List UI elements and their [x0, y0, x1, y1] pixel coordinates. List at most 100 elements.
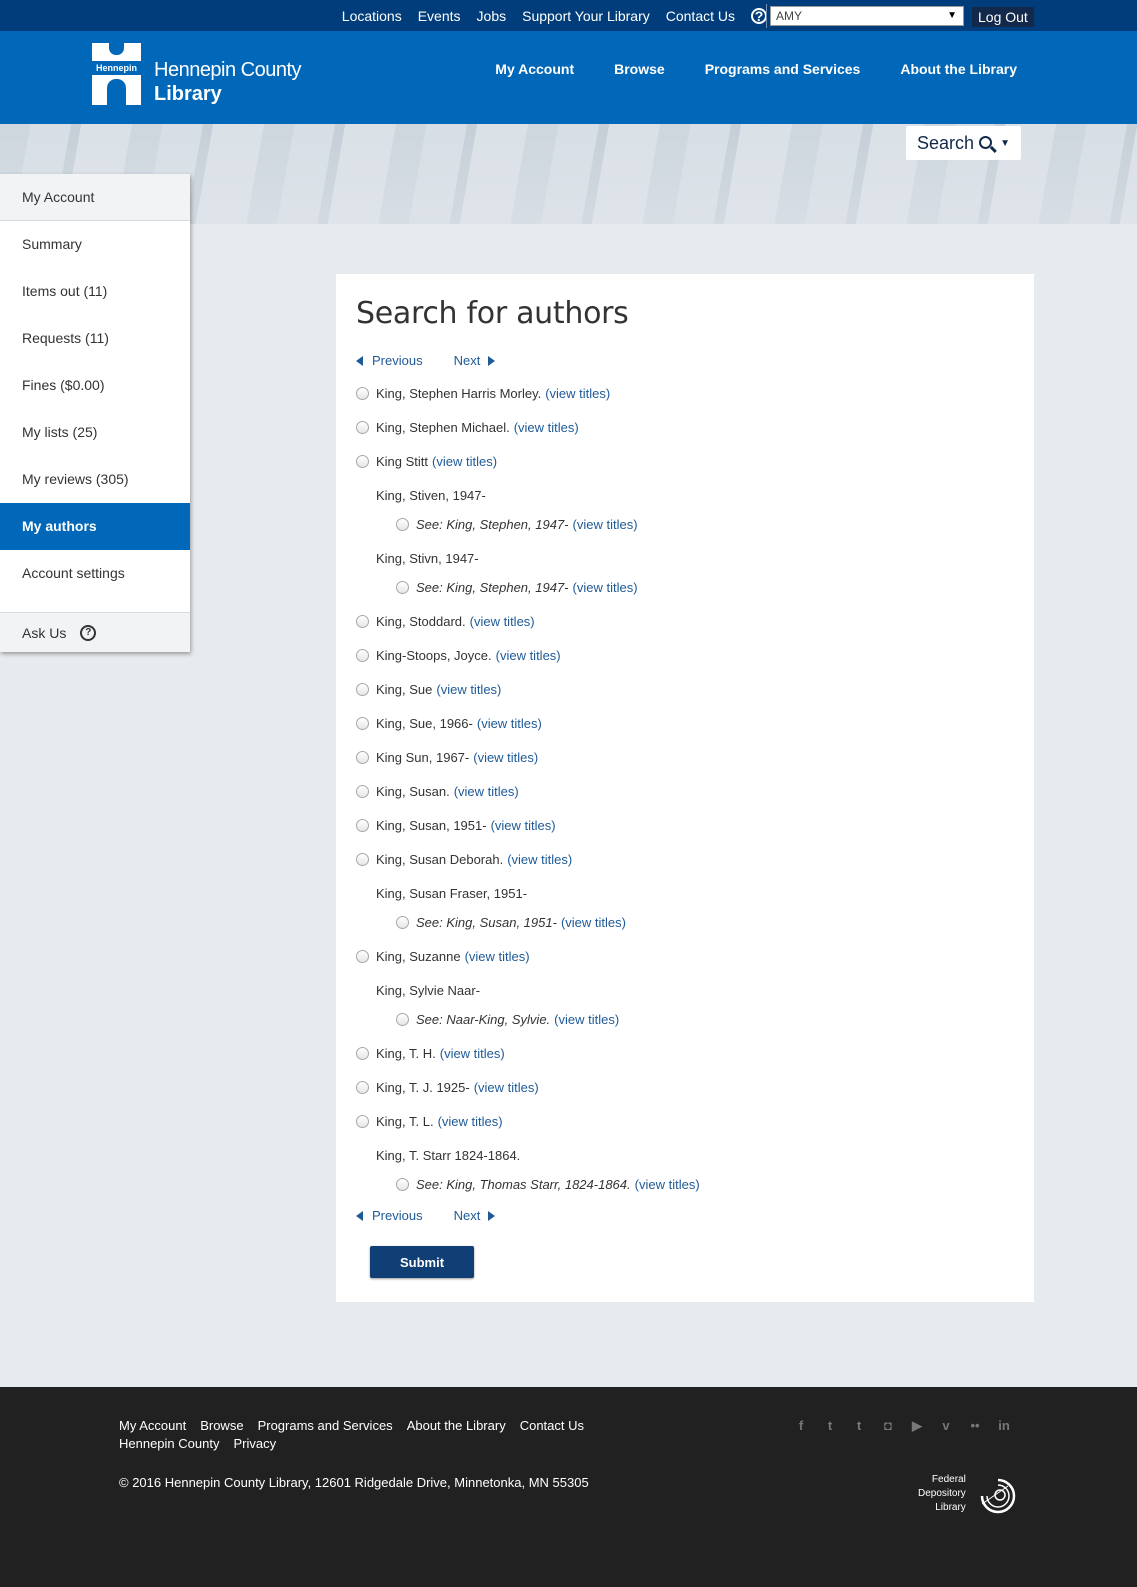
logo-name-line1: Hennepin County	[154, 59, 302, 81]
sidebar-item-fines[interactable]: Fines ($0.00)	[0, 362, 190, 409]
footer-link-privacy[interactable]: Privacy	[233, 1436, 276, 1451]
sidebar-item-summary[interactable]: Summary	[0, 221, 190, 268]
dropdown-caret-icon: ▼	[947, 10, 957, 21]
view-titles-link[interactable]: (view titles)	[491, 818, 556, 833]
author-name: King, Susan, 1951-	[376, 818, 487, 833]
sidebar-heading[interactable]: My Account	[0, 174, 190, 221]
view-titles-link[interactable]: (view titles)	[438, 1114, 503, 1129]
author-name: See: King, Susan, 1951-	[416, 915, 557, 930]
sidebar-item-reviews[interactable]: My reviews (305)	[0, 456, 190, 503]
author-radio[interactable]	[356, 819, 369, 832]
flickr-icon[interactable]: ••	[968, 1419, 982, 1433]
view-titles-link[interactable]: (view titles)	[514, 420, 579, 435]
footer-link-about[interactable]: About the Library	[407, 1418, 506, 1433]
support-link[interactable]: Support Your Library	[522, 8, 650, 24]
author-radio[interactable]	[356, 1081, 369, 1094]
locations-link[interactable]: Locations	[342, 8, 402, 24]
sidebar-item-items-out[interactable]: Items out (11)	[0, 268, 190, 315]
sidebar-ask-us[interactable]: Ask Us ?	[0, 612, 190, 652]
footer-link-my-account[interactable]: My Account	[119, 1418, 186, 1433]
twitter-icon[interactable]: t	[823, 1419, 837, 1433]
view-titles-link[interactable]: (view titles)	[554, 1012, 619, 1027]
author-radio[interactable]	[396, 1178, 409, 1191]
author-radio[interactable]	[356, 387, 369, 400]
author-radio[interactable]	[396, 1013, 409, 1026]
view-titles-link[interactable]: (view titles)	[440, 1046, 505, 1061]
author-radio[interactable]	[356, 853, 369, 866]
author-radio[interactable]	[356, 751, 369, 764]
author-name: See: Naar-King, Sylvie.	[416, 1012, 551, 1027]
author-radio[interactable]	[356, 717, 369, 730]
view-titles-link[interactable]: (view titles)	[436, 682, 501, 697]
author-name: King, Stivn, 1947-	[376, 551, 479, 566]
previous-link[interactable]: Previous	[356, 353, 423, 368]
fdl-line2: Depository	[918, 1488, 966, 1499]
next-link[interactable]: Next	[454, 353, 496, 368]
fdl-line1: Federal	[931, 1474, 966, 1485]
author-radio[interactable]	[356, 421, 369, 434]
footer-link-programs[interactable]: Programs and Services	[258, 1418, 393, 1433]
instagram-icon[interactable]: ◘	[881, 1419, 895, 1433]
nav-my-account[interactable]: My Account	[495, 61, 574, 77]
footer-link-contact[interactable]: Contact Us	[520, 1418, 584, 1433]
submit-button[interactable]: Submit	[370, 1246, 474, 1278]
sidebar-item-authors[interactable]: My authors	[0, 503, 190, 550]
author-radio[interactable]	[356, 649, 369, 662]
nav-browse[interactable]: Browse	[614, 61, 665, 77]
author-radio[interactable]	[356, 455, 369, 468]
contact-us-link[interactable]: Contact Us ?	[666, 7, 767, 24]
sidebar-item-lists[interactable]: My lists (25)	[0, 409, 190, 456]
author-radio[interactable]	[356, 950, 369, 963]
view-titles-link[interactable]: (view titles)	[473, 750, 538, 765]
author-row: King, T. L. (view titles)	[356, 1114, 503, 1129]
youtube-icon[interactable]: ▶	[910, 1419, 924, 1433]
jobs-link[interactable]: Jobs	[477, 8, 507, 24]
author-radio[interactable]	[396, 518, 409, 531]
nav-programs[interactable]: Programs and Services	[705, 61, 861, 77]
author-see-row: See: King, Thomas Starr, 1824-1864. (view…	[396, 1177, 700, 1192]
view-titles-link[interactable]: (view titles)	[545, 386, 610, 401]
next-label: Next	[453, 353, 481, 368]
copyright: © 2016 Hennepin County Library, 12601 Ri…	[119, 1475, 589, 1490]
library-logo[interactable]: Hennepin Hennepin County Library	[92, 43, 302, 109]
view-titles-link[interactable]: (view titles)	[507, 852, 572, 867]
author-radio[interactable]	[356, 1047, 369, 1060]
footer-link-browse[interactable]: Browse	[200, 1418, 243, 1433]
nav-about[interactable]: About the Library	[900, 61, 1017, 77]
view-titles-link[interactable]: (view titles)	[573, 517, 638, 532]
linkedin-icon[interactable]: in	[997, 1419, 1011, 1433]
author-row: King Sun, 1967- (view titles)	[356, 750, 538, 765]
view-titles-link[interactable]: (view titles)	[635, 1177, 700, 1192]
view-titles-link[interactable]: (view titles)	[465, 949, 530, 964]
user-select[interactable]: AMY ▼	[770, 6, 964, 26]
sidebar-item-settings[interactable]: Account settings	[0, 550, 190, 597]
events-link[interactable]: Events	[418, 8, 461, 24]
author-radio[interactable]	[356, 615, 369, 628]
footer-link-hennepin-county[interactable]: Hennepin County	[119, 1436, 219, 1451]
author-radio[interactable]	[356, 1115, 369, 1128]
view-titles-link[interactable]: (view titles)	[432, 454, 497, 469]
pager-top: Previous Next	[356, 353, 496, 368]
author-radio[interactable]	[356, 785, 369, 798]
author-name: King, Susan.	[376, 784, 450, 799]
view-titles-link[interactable]: (view titles)	[496, 648, 561, 663]
vimeo-icon[interactable]: v	[939, 1419, 953, 1433]
author-see-row: See: King, Stephen, 1947- (view titles)	[396, 580, 638, 595]
tumblr-icon[interactable]: t	[852, 1419, 866, 1433]
previous-link[interactable]: Previous	[356, 1208, 423, 1223]
logout-button[interactable]: Log Out	[972, 7, 1034, 27]
main-nav: My Account Browse Programs and Services …	[455, 31, 1017, 107]
author-radio[interactable]	[396, 581, 409, 594]
view-titles-link[interactable]: (view titles)	[470, 614, 535, 629]
view-titles-link[interactable]: (view titles)	[561, 915, 626, 930]
author-radio[interactable]	[396, 916, 409, 929]
view-titles-link[interactable]: (view titles)	[573, 580, 638, 595]
search-toggle-button[interactable]: Search ▼	[906, 126, 1021, 160]
view-titles-link[interactable]: (view titles)	[454, 784, 519, 799]
sidebar-item-requests[interactable]: Requests (11)	[0, 315, 190, 362]
view-titles-link[interactable]: (view titles)	[474, 1080, 539, 1095]
view-titles-link[interactable]: (view titles)	[477, 716, 542, 731]
author-radio[interactable]	[356, 683, 369, 696]
facebook-icon[interactable]: f	[794, 1419, 808, 1433]
next-link[interactable]: Next	[454, 1208, 496, 1223]
